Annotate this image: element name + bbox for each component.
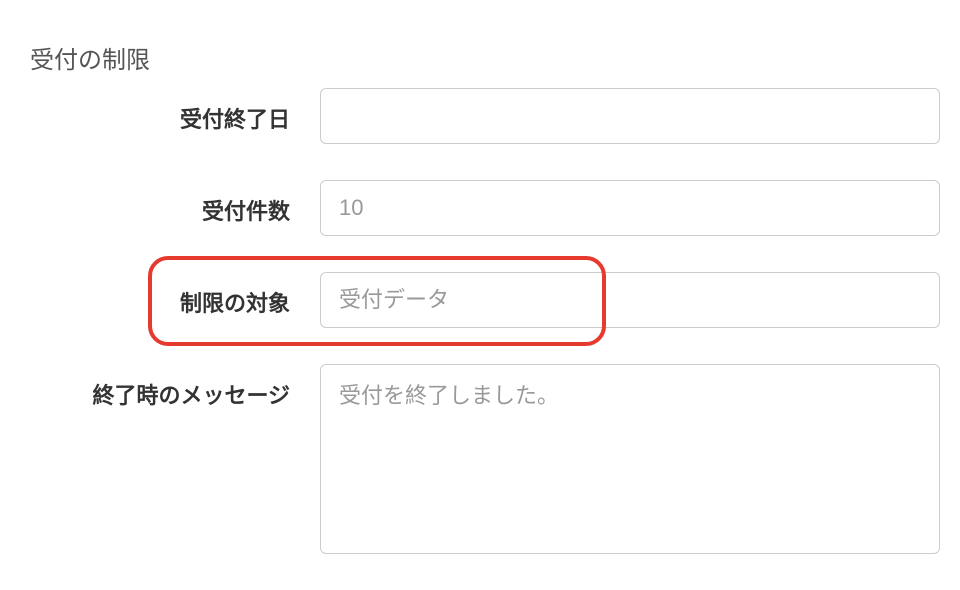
count-input[interactable] [320, 180, 940, 236]
target-label: 制限の対象 [0, 272, 320, 318]
end-date-input[interactable] [320, 88, 940, 144]
section-title: 受付の制限 [30, 40, 150, 75]
count-label: 受付件数 [0, 180, 320, 226]
end-message-label: 終了時のメッセージ [0, 364, 320, 410]
end-message-textarea[interactable] [320, 364, 940, 554]
form-row-end-date: 受付終了日 [0, 88, 940, 144]
form-row-count: 受付件数 [0, 180, 940, 236]
target-input[interactable] [320, 272, 940, 328]
form-row-message: 終了時のメッセージ [0, 364, 940, 554]
end-date-label: 受付終了日 [0, 88, 320, 134]
form-row-target: 制限の対象 [0, 272, 940, 328]
